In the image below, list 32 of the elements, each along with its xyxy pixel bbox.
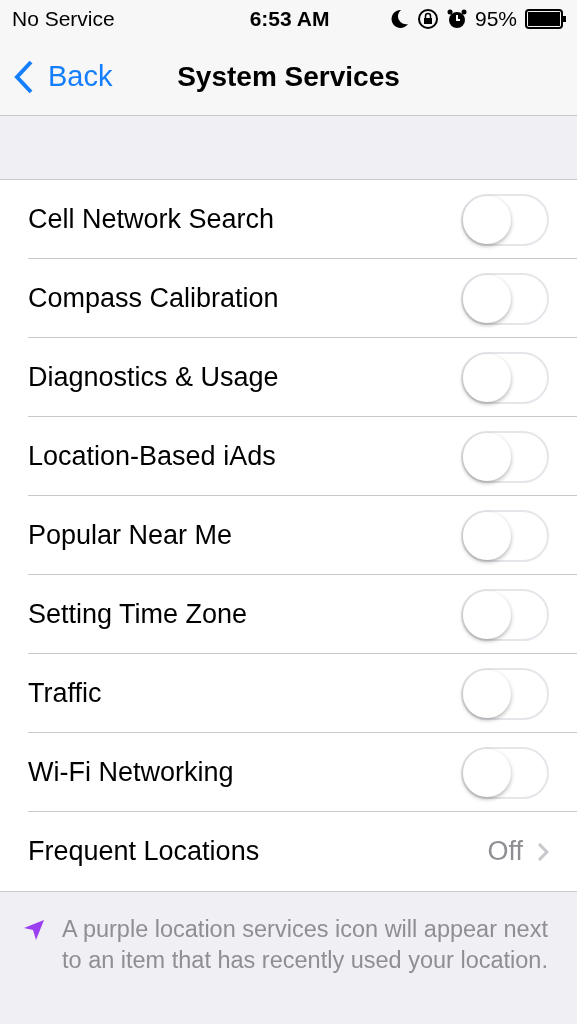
row-label: Compass Calibration bbox=[28, 283, 280, 314]
toggle-switch[interactable] bbox=[461, 430, 549, 483]
time-text: 6:53 AM bbox=[249, 7, 330, 31]
carrier-text: No Service bbox=[12, 7, 116, 31]
toggle-switch[interactable] bbox=[461, 351, 549, 404]
list-row[interactable]: Frequent Locations Off bbox=[0, 812, 577, 891]
row-label: Popular Near Me bbox=[28, 520, 234, 551]
row-label: Setting Time Zone bbox=[28, 599, 249, 630]
chevron-right-icon bbox=[537, 841, 549, 862]
page-title: System Services bbox=[177, 60, 400, 93]
row-label: Traffic bbox=[28, 678, 103, 709]
rotation-lock-icon bbox=[416, 8, 439, 30]
toggle-switch[interactable] bbox=[461, 588, 549, 641]
footer-note: A purple location services icon will appear next to an item that has recently used your location. bbox=[62, 915, 549, 975]
chevron-left-icon bbox=[14, 59, 34, 94]
toggle-switch[interactable] bbox=[461, 509, 549, 562]
row-label: Location-Based iAds bbox=[28, 441, 277, 472]
toggle-switch[interactable] bbox=[461, 272, 549, 325]
row-label: Cell Network Search bbox=[28, 204, 276, 235]
row-value: Off bbox=[487, 836, 523, 867]
toggle-switch[interactable] bbox=[461, 746, 549, 799]
back-button[interactable]: Back bbox=[0, 59, 113, 94]
battery-icon bbox=[525, 9, 567, 29]
row-label: Wi-Fi Networking bbox=[28, 757, 235, 788]
toggle-switch[interactable] bbox=[461, 193, 549, 246]
alarm-icon bbox=[446, 9, 467, 29]
row-label: Diagnostics & Usage bbox=[28, 362, 280, 393]
moon-icon bbox=[390, 9, 409, 29]
toggle-switch[interactable] bbox=[461, 667, 549, 720]
battery-percent: 95% bbox=[474, 7, 517, 31]
row-label: Frequent Locations bbox=[28, 836, 261, 867]
location-arrow-icon bbox=[22, 918, 46, 942]
